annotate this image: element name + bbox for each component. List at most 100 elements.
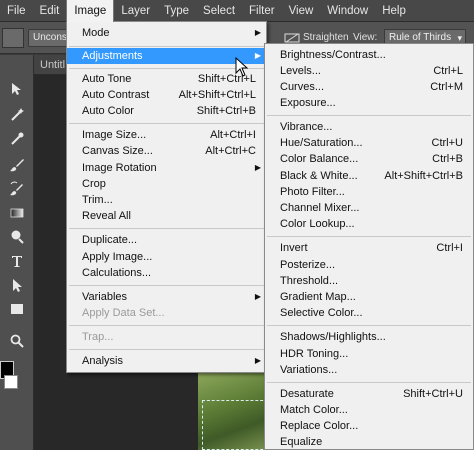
menu-edit[interactable]: Edit bbox=[33, 0, 67, 22]
tool-preset-picker[interactable] bbox=[2, 28, 24, 48]
menu-item-label: Brightness/Contrast... bbox=[280, 49, 386, 61]
menu-item-invert[interactable]: Invert Ctrl+I bbox=[265, 240, 473, 256]
menu-item-label: Apply Data Set... bbox=[82, 307, 165, 319]
menu-item-label: HDR Toning... bbox=[280, 348, 349, 360]
canvas-image[interactable] bbox=[198, 372, 268, 450]
menu-divider bbox=[69, 285, 264, 286]
gradient-icon bbox=[10, 208, 24, 218]
zoom-tool[interactable] bbox=[6, 331, 28, 351]
straighten-label[interactable]: Straighten bbox=[303, 32, 349, 43]
menu-item-label: Equalize bbox=[280, 436, 323, 448]
menu-item-exposure[interactable]: Exposure... bbox=[265, 95, 473, 111]
menu-item-equalize[interactable]: Equalize bbox=[265, 434, 473, 450]
menu-item-label: Canvas Size... bbox=[82, 145, 153, 157]
path-selection-tool[interactable] bbox=[6, 275, 28, 295]
menu-item-label: Variations... bbox=[280, 364, 338, 376]
menu-item-posterize[interactable]: Posterize... bbox=[265, 257, 473, 273]
menu-layer[interactable]: Layer bbox=[114, 0, 157, 22]
menu-item-reveal-all[interactable]: Reveal All bbox=[67, 208, 266, 224]
menu-item-shortcut: Shift+Ctrl+U bbox=[403, 388, 463, 400]
menu-image[interactable]: Image bbox=[66, 0, 115, 22]
menu-divider bbox=[69, 349, 264, 350]
menu-item-gradient-map[interactable]: Gradient Map... bbox=[265, 289, 473, 305]
menu-item-label: Variables bbox=[82, 291, 128, 303]
menu-item-curves[interactable]: Curves... Ctrl+M bbox=[265, 79, 473, 95]
menu-item-analysis[interactable]: Analysis ▶ bbox=[67, 353, 266, 369]
menu-window[interactable]: Window bbox=[320, 0, 375, 22]
menu-item-black-white[interactable]: Black & White... Alt+Shift+Ctrl+B bbox=[265, 168, 473, 184]
dodge-tool[interactable] bbox=[6, 227, 28, 247]
menu-item-apply-image[interactable]: Apply Image... bbox=[67, 249, 266, 265]
menu-item-shortcut: Ctrl+L bbox=[433, 65, 463, 77]
menu-item-calculations[interactable]: Calculations... bbox=[67, 265, 266, 281]
menu-item-mode[interactable]: Mode ▶ bbox=[67, 25, 266, 41]
menu-item-hue-saturation[interactable]: Hue/Saturation... Ctrl+U bbox=[265, 135, 473, 151]
menu-item-replace-color[interactable]: Replace Color... bbox=[265, 418, 473, 434]
zoom-icon bbox=[10, 334, 24, 348]
menu-item-label: Exposure... bbox=[280, 97, 336, 109]
gradient-tool[interactable] bbox=[6, 203, 28, 223]
type-tool[interactable] bbox=[6, 251, 28, 271]
rectangle-icon bbox=[11, 304, 23, 314]
menu-item-selective-color[interactable]: Selective Color... bbox=[265, 305, 473, 321]
menu-item-variables[interactable]: Variables ▶ bbox=[67, 289, 266, 305]
menu-item-label: Color Lookup... bbox=[280, 218, 355, 230]
menu-item-duplicate[interactable]: Duplicate... bbox=[67, 232, 266, 248]
menu-item-label: Vibrance... bbox=[280, 121, 333, 133]
menu-type[interactable]: Type bbox=[157, 0, 196, 22]
menu-item-auto-contrast[interactable]: Auto Contrast Alt+Shift+Ctrl+L bbox=[67, 87, 266, 103]
menu-item-label: Gradient Map... bbox=[280, 291, 356, 303]
magic-wand-tool[interactable] bbox=[6, 105, 28, 125]
brush-tool[interactable] bbox=[6, 155, 28, 175]
menu-select[interactable]: Select bbox=[196, 0, 242, 22]
menu-help[interactable]: Help bbox=[375, 0, 413, 22]
menu-item-threshold[interactable]: Threshold... bbox=[265, 273, 473, 289]
menu-item-trap: Trap... bbox=[67, 329, 266, 345]
menu-item-auto-color[interactable]: Auto Color Shift+Ctrl+B bbox=[67, 103, 266, 119]
menu-item-label: Channel Mixer... bbox=[280, 202, 360, 214]
menu-item-canvas-size[interactable]: Canvas Size... Alt+Ctrl+C bbox=[67, 143, 266, 159]
menu-item-image-rotation[interactable]: Image Rotation ▶ bbox=[67, 160, 266, 176]
eyedropper-tool[interactable] bbox=[6, 129, 28, 149]
menu-item-trim[interactable]: Trim... bbox=[67, 192, 266, 208]
menu-item-label: Curves... bbox=[280, 81, 325, 93]
move-tool[interactable] bbox=[6, 79, 28, 99]
menu-item-label: Shadows/Highlights... bbox=[280, 331, 386, 343]
background-color-swatch[interactable] bbox=[4, 375, 18, 389]
history-brush-icon bbox=[10, 181, 23, 196]
menu-item-channel-mixer[interactable]: Channel Mixer... bbox=[265, 200, 473, 216]
menu-item-brightness-contrast[interactable]: Brightness/Contrast... bbox=[265, 47, 473, 63]
menu-item-vibrance[interactable]: Vibrance... bbox=[265, 119, 473, 135]
menu-item-apply-data-set: Apply Data Set... bbox=[67, 305, 266, 321]
menu-item-label: Adjustments bbox=[82, 50, 143, 62]
menu-item-label: Match Color... bbox=[280, 404, 348, 416]
rectangle-tool[interactable] bbox=[6, 299, 28, 319]
menu-item-desaturate[interactable]: Desaturate Shift+Ctrl+U bbox=[265, 386, 473, 402]
menu-item-label: Levels... bbox=[280, 65, 321, 77]
menu-item-variations[interactable]: Variations... bbox=[265, 362, 473, 378]
menu-item-shortcut: Alt+Shift+Ctrl+L bbox=[178, 89, 256, 101]
menu-view[interactable]: View bbox=[282, 0, 321, 22]
menu-item-match-color[interactable]: Match Color... bbox=[265, 402, 473, 418]
menu-item-label: Auto Color bbox=[82, 105, 134, 117]
menu-filter[interactable]: Filter bbox=[242, 0, 282, 22]
menu-item-hdr-toning[interactable]: HDR Toning... bbox=[265, 346, 473, 362]
menu-file[interactable]: File bbox=[0, 0, 33, 22]
menu-item-label: Apply Image... bbox=[82, 251, 153, 263]
tools-panel bbox=[0, 55, 34, 450]
history-brush-tool[interactable] bbox=[6, 179, 28, 199]
menu-item-shadows-highlights[interactable]: Shadows/Highlights... bbox=[265, 329, 473, 345]
menu-item-label: Image Rotation bbox=[82, 162, 157, 174]
menu-item-levels[interactable]: Levels... Ctrl+L bbox=[265, 63, 473, 79]
ratio-dropdown[interactable]: Unconst bbox=[28, 29, 68, 47]
menu-item-shortcut: Alt+Ctrl+I bbox=[210, 129, 256, 141]
menu-divider bbox=[267, 325, 471, 326]
menu-item-image-size[interactable]: Image Size... Alt+Ctrl+I bbox=[67, 127, 266, 143]
menu-item-crop[interactable]: Crop bbox=[67, 176, 266, 192]
menu-divider bbox=[69, 228, 264, 229]
menu-item-label: Desaturate bbox=[280, 388, 334, 400]
menu-item-photo-filter[interactable]: Photo Filter... bbox=[265, 184, 473, 200]
menu-item-color-lookup[interactable]: Color Lookup... bbox=[265, 216, 473, 232]
menu-item-color-balance[interactable]: Color Balance... Ctrl+B bbox=[265, 151, 473, 167]
menu-bar: File Edit Image Layer Type Select Filter… bbox=[0, 0, 474, 22]
